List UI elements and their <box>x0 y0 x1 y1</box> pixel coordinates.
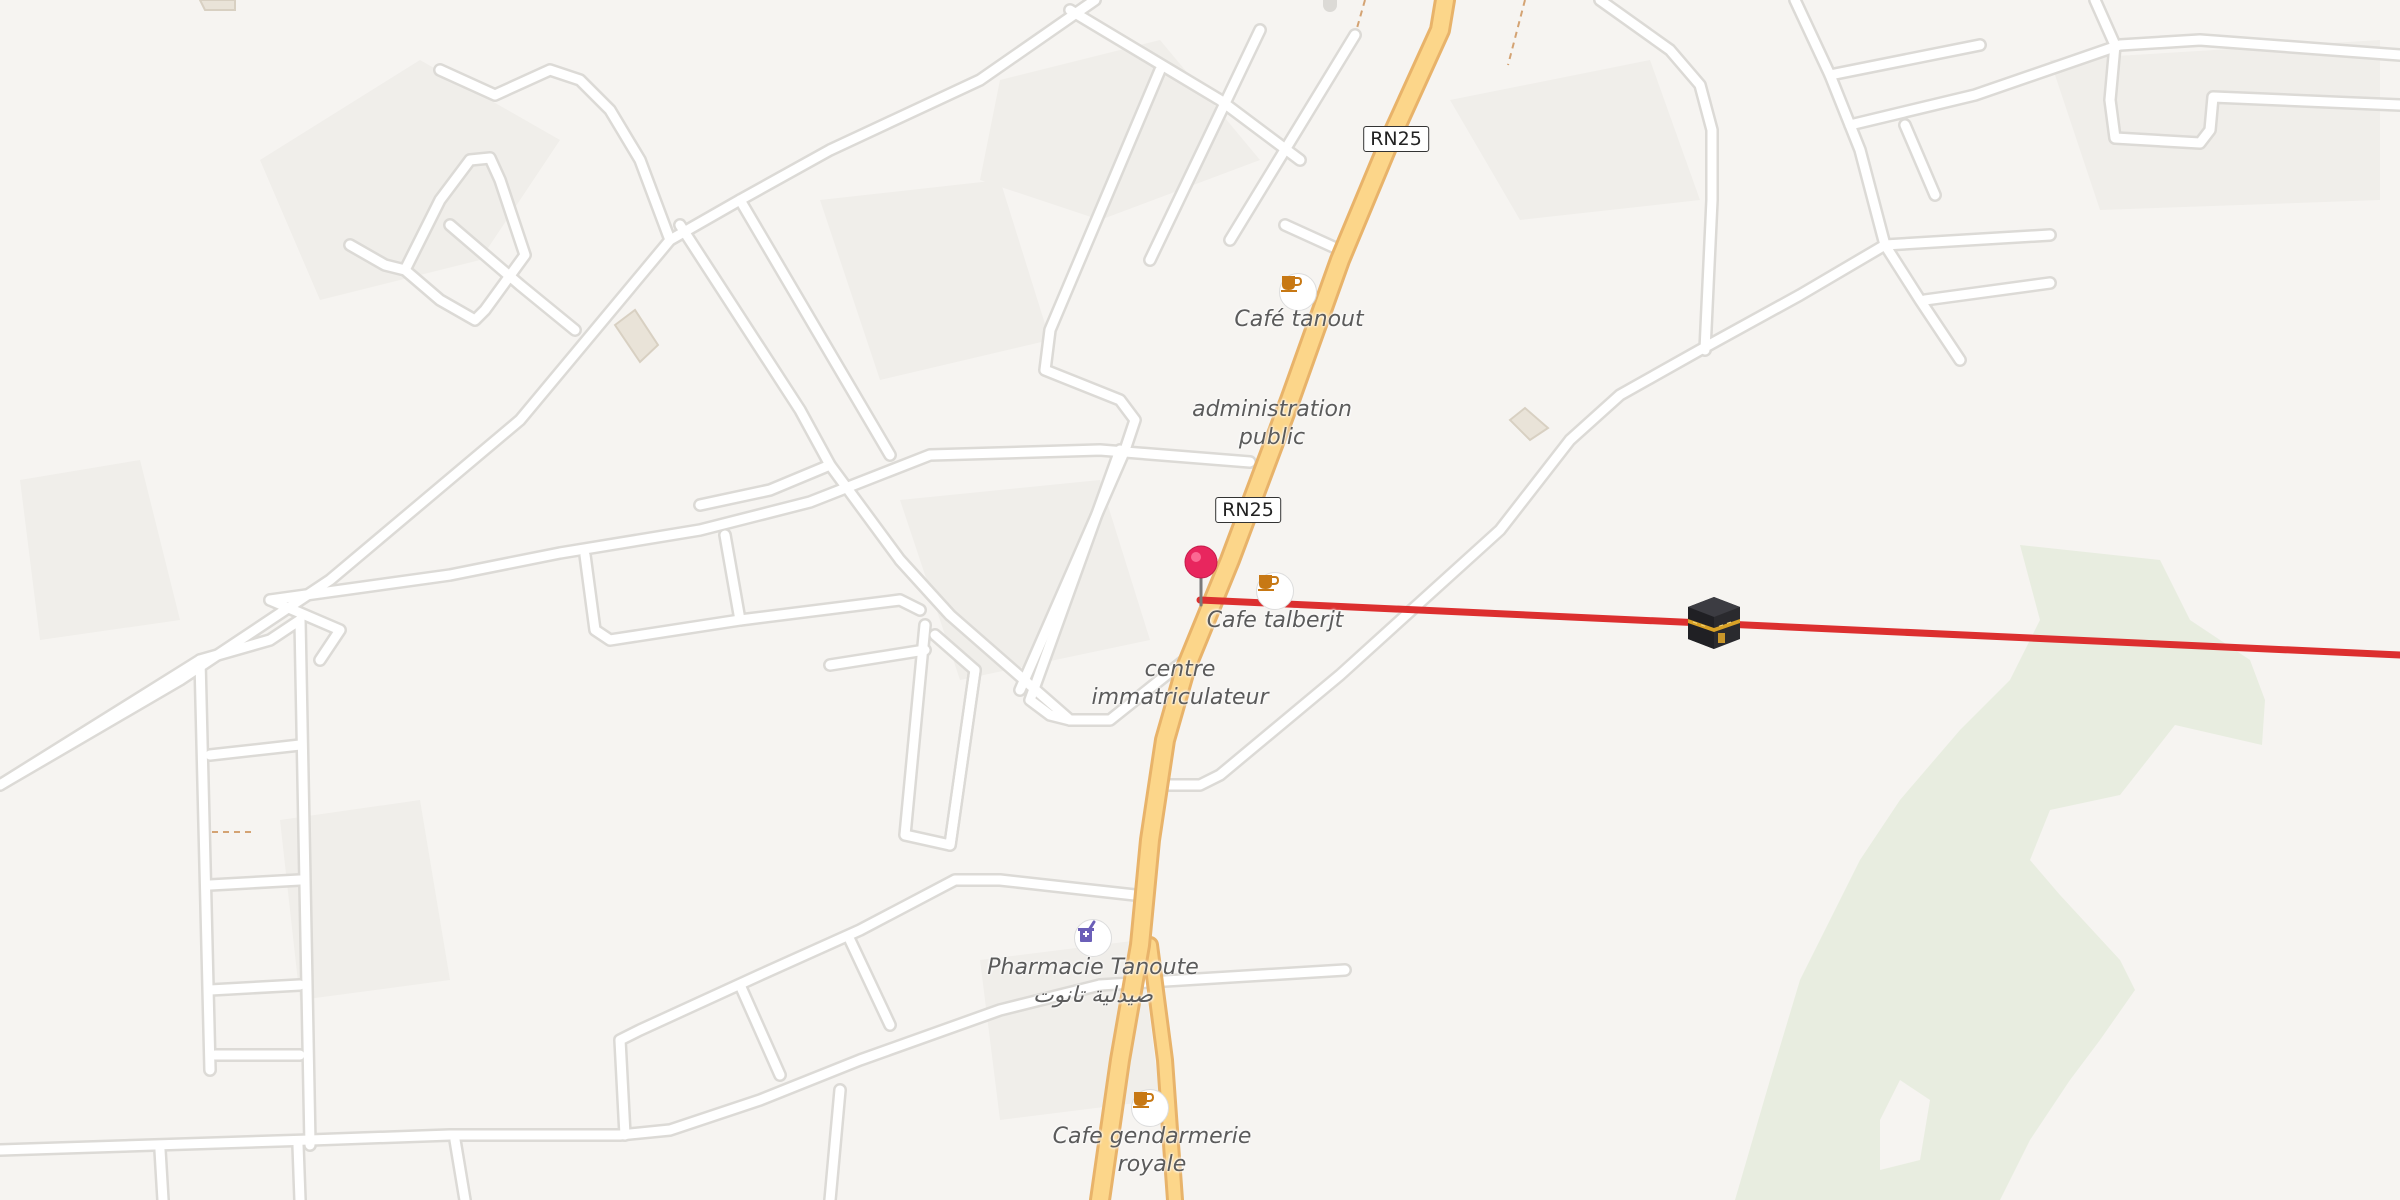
poi-name-line2: royale <box>1117 1152 1187 1177</box>
poi-label-administration-public[interactable]: administration public <box>1192 396 1352 452</box>
cafe-icon[interactable] <box>1256 572 1294 610</box>
poi-name-line2: immatriculateur <box>1091 685 1269 710</box>
poi-name: centre <box>1144 657 1216 682</box>
cafe-icon[interactable] <box>1131 1089 1169 1127</box>
poi-name: Cafe talberjt <box>1206 608 1344 633</box>
map-canvas[interactable]: RN25 RN25 Café tanout administration pub… <box>0 0 2400 1200</box>
poi-name-line2: صيدلية تانوت <box>1032 983 1154 1008</box>
poi-label-centre-immatriculateur[interactable]: centre immatriculateur <box>1091 656 1268 712</box>
poi-label-pharmacie-tanoute[interactable]: Pharmacie Tanoute صيدلية تانوت <box>987 954 1199 1010</box>
poi-name: Café tanout <box>1234 307 1364 332</box>
poi-label-cafe-tanout[interactable]: Café tanout <box>1234 306 1363 334</box>
poi-label-cafe-gendarmerie-royale[interactable]: Cafe gendarmerie royale <box>1053 1123 1252 1179</box>
poi-label-cafe-talberjt[interactable]: Cafe talberjt <box>1207 607 1344 635</box>
poi-name: Cafe gendarmerie <box>1052 1124 1252 1149</box>
poi-name-line2: public <box>1238 425 1306 450</box>
road-shield-rn25: RN25 <box>1363 126 1429 152</box>
pharmacy-icon[interactable] <box>1074 919 1112 957</box>
poi-name: administration <box>1192 397 1352 422</box>
poi-name: Pharmacie Tanoute <box>987 955 1199 980</box>
road-shield-rn25: RN25 <box>1215 497 1281 523</box>
